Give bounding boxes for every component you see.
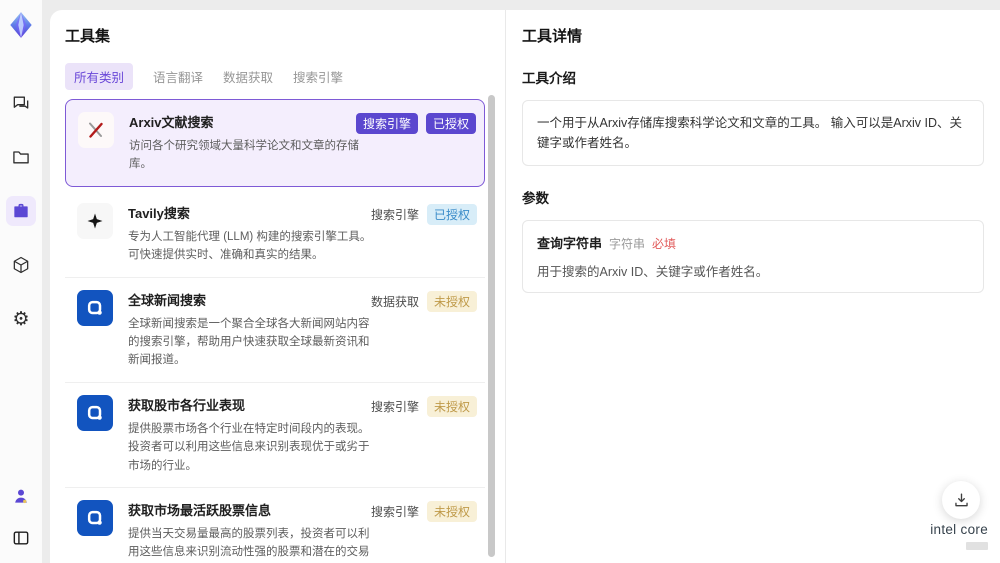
sidebar-item-tools[interactable] [6, 196, 36, 226]
sidebar-item-settings[interactable]: ⚙ [6, 304, 36, 334]
chat-icon [13, 96, 29, 109]
cube-icon [13, 256, 29, 274]
tab-data-fetch[interactable]: 数据获取 [223, 63, 273, 90]
category-label: 搜索引擎 [370, 399, 419, 414]
category-tabs: 所有类别 语言翻译 数据获取 搜索引擎 [65, 63, 505, 90]
status-badge: 已授权 [426, 203, 477, 225]
left-rail: ⚙ [0, 0, 42, 563]
tool-title: 获取股市各行业表现 [128, 397, 246, 413]
tool-description: 提供股票市场各个行业在特定时间段内的表现。投资者可以利用这些信息来识别表现优于或… [128, 422, 370, 472]
news-search-logo-icon [77, 289, 113, 326]
tool-card-sector-performance[interactable]: 获取股市各行业表现 提供股票市场各个行业在特定时间段内的表现。投资者可以利用这些… [65, 382, 485, 488]
gear-icon: ⚙ [12, 308, 30, 330]
tavily-logo-icon [77, 202, 113, 239]
tool-description: 访问各个研究领域大量科学论文和文章的存储库。 [129, 140, 359, 171]
tool-description: 专为人工智能代理 (LLM) 构建的搜索引擎工具。可快速提供实时、准确和真实的结… [128, 230, 372, 262]
app-logo-icon [10, 12, 32, 38]
tool-card-most-active-stocks[interactable]: 获取市场最活跃股票信息 提供当天交易量最高的股票列表，投资者可以利用这些信息来识… [65, 487, 485, 563]
detail-title: 工具详情 [522, 28, 583, 45]
sidebar-item-chat[interactable] [6, 88, 36, 118]
category-label: 数据获取 [370, 294, 419, 309]
intro-box: 一个用于从Arxiv存储库搜索科学论文和文章的工具。 输入可以是Arxiv ID… [522, 100, 984, 166]
tool-card-tavily[interactable]: Tavily搜索 专为人工智能代理 (LLM) 构建的搜索引擎工具。可快速提供实… [65, 190, 485, 278]
category-label: 搜索引擎 [370, 504, 419, 519]
sidebar-item-files[interactable] [6, 142, 36, 172]
tool-card-arxiv[interactable]: Arxiv文献搜索 访问各个研究领域大量科学论文和文章的存储库。 搜索引擎 已授… [65, 99, 485, 187]
status-badge: 未授权 [426, 500, 477, 522]
download-button[interactable] [942, 481, 980, 519]
category-badge: 搜索引擎 [355, 113, 418, 134]
collapse-panel-button[interactable] [6, 523, 36, 553]
param-name: 查询字符串 [537, 236, 603, 251]
status-badge: 已授权 [425, 113, 476, 134]
page-title: 工具集 [65, 28, 111, 45]
list-scrollbar[interactable] [488, 95, 495, 557]
brand-text: intel core [930, 522, 988, 537]
download-icon [954, 492, 968, 506]
intro-text: 一个用于从Arxiv存储库搜索科学论文和文章的工具。 输入可以是Arxiv ID… [537, 116, 963, 150]
tool-card-list: Arxiv文献搜索 访问各个研究领域大量科学论文和文章的存储库。 搜索引擎 已授… [65, 99, 485, 563]
tool-description: 全球新闻搜索是一个聚合全球各大新闻网站内容的搜索引擎，帮助用户快速获取全球最新资… [128, 317, 370, 367]
user-icon [15, 489, 27, 504]
tab-search-engine[interactable]: 搜索引擎 [293, 63, 343, 90]
tab-translation[interactable]: 语言翻译 [153, 63, 203, 90]
intro-heading: 工具介绍 [522, 71, 576, 86]
tab-all-categories[interactable]: 所有类别 [65, 63, 134, 90]
param-description: 用于搜索的Arxiv ID、关键字或作者姓名。 [537, 265, 769, 279]
user-avatar[interactable] [6, 481, 36, 511]
category-label: 搜索引擎 [370, 207, 419, 222]
tool-title: 全球新闻搜索 [128, 292, 207, 308]
folder-icon [13, 151, 29, 164]
tool-title: Arxiv文献搜索 [129, 115, 214, 130]
brand-sub-badge [966, 542, 988, 550]
tool-detail-panel: 工具详情 工具介绍 一个用于从Arxiv存储库搜索科学论文和文章的工具。 输入可… [506, 10, 1000, 563]
sidebar-item-models[interactable] [6, 250, 36, 280]
params-heading: 参数 [522, 191, 549, 206]
briefcase-icon [14, 203, 28, 218]
tool-description: 提供当天交易量最高的股票列表，投资者可以利用这些信息来识别流动性强的股票和潜在的… [128, 527, 370, 559]
status-badge: 未授权 [426, 395, 477, 417]
param-box: 查询字符串 字符串 必填 用于搜索的Arxiv ID、关键字或作者姓名。 [522, 220, 984, 293]
stock-tool-logo-icon [77, 499, 113, 536]
arxiv-logo-icon [78, 112, 114, 148]
param-type: 字符串 [609, 237, 646, 251]
tool-title: Tavily搜索 [128, 205, 190, 221]
tool-card-global-news[interactable]: 全球新闻搜索 全球新闻搜索是一个聚合全球各大新闻网站内容的搜索引擎，帮助用户快速… [65, 277, 485, 383]
status-badge: 未授权 [426, 290, 477, 312]
param-required-flag: 必填 [652, 237, 677, 251]
intel-core-branding: intel core [930, 522, 988, 555]
tool-list-panel: 工具集 所有类别 语言翻译 数据获取 搜索引擎 Arxiv文献搜索 访问各个研究… [50, 10, 505, 563]
main-panel: 工具集 所有类别 语言翻译 数据获取 搜索引擎 Arxiv文献搜索 访问各个研究… [50, 10, 1000, 563]
tool-title: 获取市场最活跃股票信息 [128, 502, 272, 518]
stock-tool-logo-icon [77, 394, 113, 431]
panel-toggle-icon [13, 531, 29, 545]
